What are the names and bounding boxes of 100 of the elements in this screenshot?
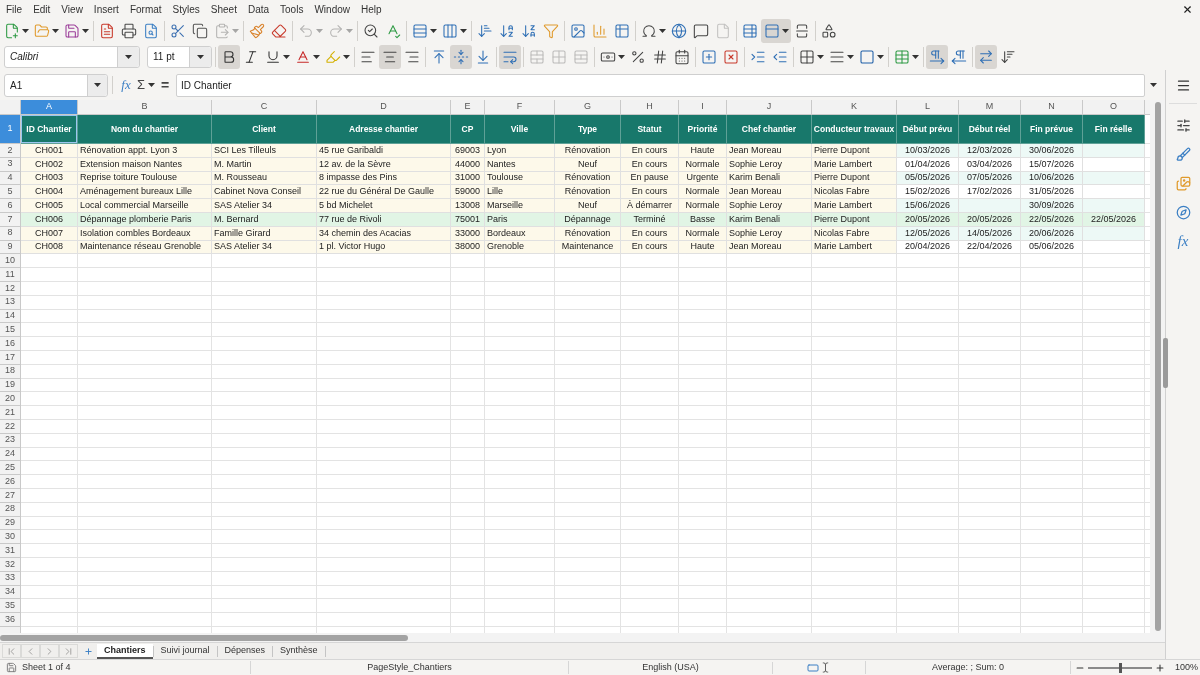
table-cell: 5 bd Michelet [317, 199, 451, 213]
eraser-icon [271, 22, 287, 39]
document-magnifier-icon [143, 22, 159, 39]
table-cell: CH005 [21, 199, 78, 213]
font-color-icon [294, 48, 311, 65]
dropdown-button[interactable] [87, 74, 107, 96]
document-icon [99, 22, 115, 39]
row-header[interactable]: 31 [0, 544, 21, 558]
menu-item[interactable]: Data [247, 1, 270, 17]
align-center-button[interactable] [379, 44, 401, 69]
font-name-field[interactable]: Calibri [4, 45, 140, 68]
row-header[interactable]: 20 [0, 392, 21, 407]
scrollbar-thumb[interactable] [0, 634, 408, 641]
row-header[interactable]: 2 [0, 144, 21, 158]
caret-icon [846, 54, 854, 59]
row-header[interactable]: 6 [0, 199, 21, 213]
omega-icon [640, 22, 657, 39]
table-cell: 13008 [451, 199, 485, 213]
header-cell: Début réel [959, 115, 1021, 144]
menu-item[interactable]: Insert [93, 1, 119, 17]
menu-item[interactable]: Tools [280, 1, 304, 17]
formula-input-field[interactable]: ID Chantier [176, 73, 1145, 97]
functions-button[interactable]: fx [1172, 231, 1194, 251]
table-cell: CH001 [21, 144, 78, 158]
bold-button[interactable] [218, 44, 240, 69]
sort-descending-icon [521, 22, 537, 39]
square-icon [858, 48, 875, 65]
new-document-icon [3, 22, 20, 39]
function-wizard-button[interactable]: fx [117, 75, 135, 95]
row-header[interactable]: 30 [0, 530, 21, 545]
table-cell: 44000 [451, 157, 485, 172]
caret-icon [342, 54, 350, 59]
table-cell: Local commercial Marseille [78, 199, 212, 213]
row-header[interactable]: 10 [0, 254, 21, 269]
table-cell: 38000 [451, 240, 485, 255]
menu-item[interactable]: Styles [172, 1, 200, 17]
shapes-icon [821, 22, 837, 39]
table-cell: CH002 [21, 157, 78, 172]
table-cell: CH006 [21, 213, 78, 227]
table-cell: 33000 [451, 226, 485, 241]
menu-item[interactable]: Format [129, 1, 162, 17]
row-header[interactable]: 35 [0, 599, 21, 614]
table-grid-icon [742, 22, 758, 39]
sheet-tab[interactable]: Chantiers [97, 643, 153, 659]
caret-icon [51, 28, 59, 33]
left-to-right-button[interactable] [926, 44, 948, 69]
dropdown-button[interactable] [117, 46, 139, 67]
name-box-field[interactable]: A1 [4, 73, 108, 97]
brush-icon [1175, 146, 1191, 162]
text-direction-button[interactable] [975, 44, 997, 69]
sidebar-resize-handle[interactable] [1163, 338, 1168, 388]
caret-icon [658, 28, 666, 33]
row-header[interactable]: 21 [0, 406, 21, 420]
menu-item[interactable]: Sheet [210, 1, 237, 17]
row-header[interactable]: 36 [0, 613, 21, 627]
align-middle-button[interactable] [450, 44, 472, 69]
header-cell: Nom du chantier [78, 115, 212, 144]
sum-button[interactable]: Σ [135, 75, 158, 95]
sort-icon [477, 22, 493, 39]
formula-button[interactable]: = [157, 75, 174, 95]
redo-icon [327, 22, 344, 39]
header-cell: Type [555, 115, 621, 144]
table-cell: 45 rue Garibaldi [317, 144, 451, 158]
sheet-tab[interactable]: Suivi journal [153, 643, 217, 659]
header-cell: Client [212, 115, 317, 144]
row-header[interactable]: 26 [0, 475, 21, 489]
menu-item[interactable]: Edit [33, 1, 51, 17]
font-size-field[interactable]: 11 pt [147, 45, 212, 68]
scrollbar-thumb[interactable] [1154, 102, 1161, 631]
align-top-icon [431, 48, 447, 65]
table-cell: 34 chemin des Acacias [317, 226, 451, 241]
row-header[interactable]: 5 [0, 185, 21, 200]
row-header[interactable]: 25 [0, 461, 21, 476]
rectangle-icon[interactable] [807, 661, 819, 674]
table-cell: 15/06/2026 [897, 199, 959, 213]
caret-icon [125, 54, 132, 59]
table-cell: Rénovation [555, 226, 621, 241]
menu-item[interactable]: File [6, 1, 23, 17]
menu-item[interactable]: Window [314, 1, 350, 17]
caret-icon [231, 28, 239, 33]
table-cell: Maintenance [555, 240, 621, 255]
slider-thumb[interactable] [1118, 662, 1122, 673]
wrap-text-button[interactable] [499, 44, 521, 69]
row-header[interactable]: 15 [0, 323, 21, 338]
text-cursor-icon[interactable] [820, 662, 831, 673]
table-cell: Neuf [555, 199, 621, 213]
menu-item[interactable]: View [61, 1, 83, 17]
freeze-button[interactable] [761, 18, 791, 43]
table-cell: SAS Atelier 34 [212, 199, 317, 213]
table-cell: En cours [621, 240, 679, 255]
row-header[interactable]: 16 [0, 337, 21, 351]
menu-item[interactable]: Help [361, 1, 382, 17]
sheet-tab[interactable]: Synthèse [273, 643, 325, 659]
x-square-icon [723, 48, 739, 65]
dropdown-button[interactable] [189, 46, 211, 67]
table-cell: Karim Benali [727, 213, 812, 227]
sheet-tab[interactable]: Dépenses [217, 643, 273, 659]
plus-icon[interactable] [1155, 662, 1165, 673]
table-icon [893, 48, 910, 65]
row-header[interactable]: 11 [0, 268, 21, 282]
